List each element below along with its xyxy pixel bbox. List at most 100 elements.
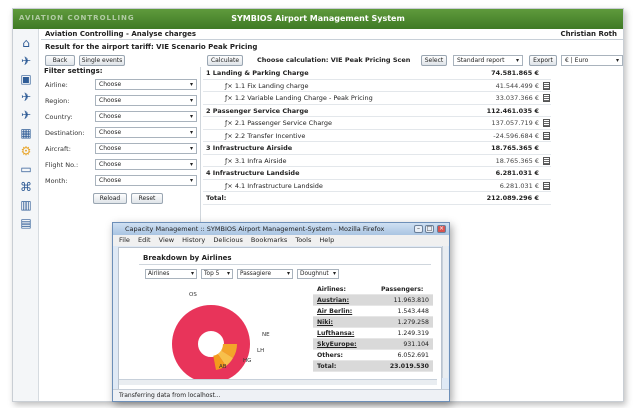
table-row[interactable]: ƒ× 2.2 Transfer Incentive -24.596.684 € [203,130,551,142]
destination-select[interactable]: Choose [95,127,197,138]
table-row-total: Total: 23.019.530 [313,361,433,372]
airlines-table: Airlines: Passengers: Austrian: 11.963.8… [313,284,433,372]
popup-content: Breakdown by Airlines Airlines Top 5 Pas… [118,247,442,390]
menu-delicious[interactable]: Delicious [213,236,242,244]
close-icon[interactable]: × [437,225,446,233]
single-events-button[interactable]: Single events [79,55,125,66]
building-icon[interactable]: ▥ [19,199,33,212]
filter-label: Destination: [45,129,85,137]
pie-label-ne: NE [262,332,270,338]
chart-icon[interactable]: ▦ [19,127,33,140]
vertical-scrollbar[interactable] [442,246,448,378]
minimize-icon[interactable]: – [414,225,423,233]
filter-row-region: Region: Choose [41,95,201,108]
country-select[interactable]: Choose [95,111,197,122]
table-row[interactable]: Niki: 1.279.258 [313,317,433,328]
menu-edit[interactable]: Edit [138,236,151,244]
table-row[interactable]: Air Berlin: 1.543.448 [313,306,433,317]
flight-no-select[interactable]: Choose [95,159,197,170]
airline-link[interactable]: SkyEurope: [317,341,357,348]
currency-select[interactable]: € | Euro [561,55,623,66]
airline-link[interactable]: Niki: [317,319,333,326]
detail-icon[interactable] [543,181,550,190]
filter-row-month: Month: Choose [41,175,201,188]
status-text: Transferring data from localhost... [119,392,221,399]
monitor-icon[interactable]: ▣ [19,73,33,86]
report-icon[interactable]: ▤ [19,217,33,230]
table-row[interactable]: 1 Landing & Parking Charge 74.581.865 € [203,67,551,80]
charge-name: 4 Infrastructure Landside [206,169,300,177]
table-row[interactable]: Austrian: 11.963.810 [313,295,433,306]
charge-name: 1 Landing & Parking Charge [206,69,309,77]
airline-link[interactable]: Lufthansa: [317,330,354,337]
chart-type-select[interactable]: Doughnut [297,269,339,279]
pie-label-os: OS [189,292,197,298]
calculation-bar: Calculate Choose calculation: VIE Peak P… [203,53,623,67]
filter-row-country: Country: Choose [41,111,201,124]
filter-label: Flight No.: [45,161,79,169]
charge-value: -24.596.684 € [493,131,539,140]
user-name[interactable]: Christian Roth [560,30,617,38]
aircraft-select[interactable]: Choose [95,143,197,154]
charge-value: 18.765.365 € [495,156,539,165]
reset-button[interactable]: Reset [131,193,163,204]
table-row[interactable]: 4 Infrastructure Landside 6.281.031 € [203,167,551,180]
detail-icon[interactable] [543,131,550,140]
flights-icon[interactable]: ✈ [19,91,33,104]
divider [41,39,623,40]
select-button[interactable]: Select [421,55,447,66]
pie-label-ab: AB [219,364,227,370]
network-icon[interactable]: ⌘ [19,181,33,194]
menu-file[interactable]: File [119,236,130,244]
table-row[interactable]: ƒ× 4.1 Infrastructure Landside 6.281.031… [203,180,551,192]
passenger-count: 23.019.530 [389,363,429,370]
charge-value: 6.281.031 € [495,169,539,177]
airline-select[interactable]: Choose [95,79,197,90]
detail-icon[interactable] [543,81,550,90]
maximize-icon[interactable]: □ [425,225,434,233]
home-icon[interactable]: ⌂ [19,37,33,50]
table-row[interactable]: ƒ× 3.1 Infra Airside 18.765.365 € [203,155,551,167]
menu-tools[interactable]: Tools [295,236,311,244]
airline-link[interactable]: Austrian: [317,297,349,304]
top-select[interactable]: Top 5 [201,269,233,279]
detail-icon[interactable] [543,119,550,127]
table-row[interactable]: ƒ× 1.2 Variable Landing Charge - Peak Pr… [203,92,551,105]
menu-help[interactable]: Help [319,236,334,244]
table-row[interactable]: SkyEurope: 931.104 [313,339,433,350]
airline-link[interactable]: Air Berlin: [317,308,352,315]
table-row[interactable]: ƒ× 1.1 Fix Landing charge 41.544.499 € [203,80,551,92]
airline-name: Others: [317,352,344,359]
formula-icon: ƒ× [225,94,235,102]
charge-name: 3 Infrastructure Airside [206,144,293,152]
menu-view[interactable]: View [159,236,174,244]
charge-value: 18.765.365 € [491,144,539,152]
report-select[interactable]: Standard report [453,55,523,66]
calculate-button[interactable]: Calculate [207,55,243,66]
reload-button[interactable]: Reload [93,193,127,204]
export-button[interactable]: Export [529,55,557,66]
menu-bookmarks[interactable]: Bookmarks [251,236,287,244]
back-button[interactable]: Back [45,55,75,66]
table-row[interactable]: 2 Passenger Service Charge 112.461.035 € [203,105,551,117]
table-row[interactable]: Lufthansa: 1.249.319 [313,328,433,339]
settings-icon[interactable]: ⚙ [19,145,33,158]
departures-icon[interactable]: ✈ [19,109,33,122]
table-row[interactable]: 3 Infrastructure Airside 18.765.365 € [203,142,551,155]
module-title: Aviation Controlling - Analyse charges [45,30,197,38]
charge-value: 6.281.031 € [499,181,539,190]
plane-icon[interactable]: ✈ [19,55,33,68]
menu-history[interactable]: History [182,236,205,244]
app-title: SYMBIOS Airport Management System [231,14,405,23]
laptop-icon[interactable]: ▭ [19,163,33,176]
metric-select[interactable]: Passagiere [237,269,293,279]
table-row[interactable]: ƒ× 2.1 Passenger Service Charge 137.057.… [203,117,551,130]
month-select[interactable]: Choose [95,175,197,186]
region-select[interactable]: Choose [95,95,197,106]
horizontal-scrollbar[interactable] [119,379,437,385]
formula-icon: ƒ× [225,119,235,127]
detail-icon[interactable] [543,156,550,165]
charge-value: 112.461.035 € [486,106,539,115]
airlines-select[interactable]: Airlines [145,269,197,279]
detail-icon[interactable] [543,94,550,102]
